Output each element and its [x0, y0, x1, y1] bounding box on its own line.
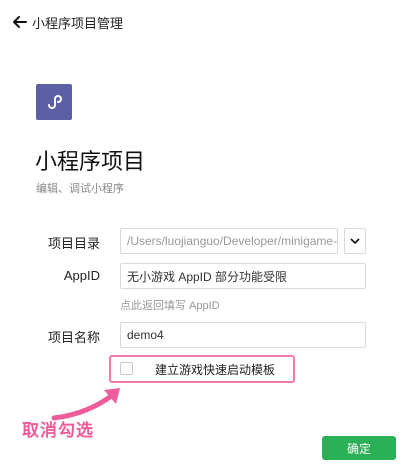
confirm-button[interactable]: 确定 [322, 436, 396, 460]
chevron-down-icon [350, 238, 360, 245]
appid-hint-link[interactable]: 点此返回填写 AppID [120, 297, 220, 313]
template-checkbox-label[interactable]: 建立游戏快速启动模板 [155, 361, 275, 378]
arrow-left-icon[interactable] [12, 14, 28, 30]
appid-label: AppID [63, 268, 100, 283]
directory-dropdown-button[interactable] [344, 228, 366, 254]
appid-input[interactable]: 无小游戏 AppID 部分功能受限 [120, 263, 366, 289]
template-checkbox[interactable] [120, 362, 133, 375]
directory-label: 项目目录 [47, 236, 100, 251]
page-title: 小程序项目 [35, 149, 146, 174]
project-name-label: 项目名称 [47, 330, 100, 345]
miniprogram-logo-icon [36, 84, 72, 120]
page-subtitle: 编辑、调试小程序 [36, 183, 124, 195]
window-title: 小程序项目管理 [32, 15, 124, 31]
annotation-text: 取消勾选 [22, 421, 94, 440]
back-navigation[interactable]: 小程序项目管理 [12, 12, 123, 32]
project-name-input[interactable]: demo4 [120, 322, 366, 348]
directory-input[interactable]: /Users/luojianguo/Developer/minigame-dem… [120, 228, 338, 254]
